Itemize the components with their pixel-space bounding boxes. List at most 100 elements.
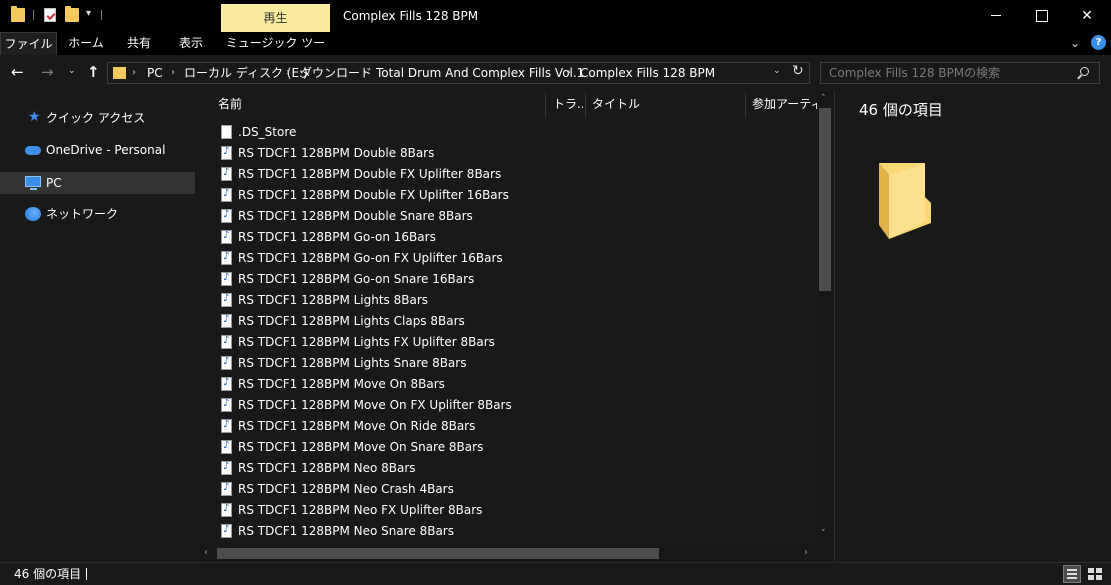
- folder-icon: [113, 67, 126, 79]
- ribbon-tabs: ファイル ホーム 共有 表示 ミュージック ツール ⌄: [0, 32, 1111, 72]
- breadcrumb-separator[interactable]: ›: [286, 65, 290, 81]
- file-name: RS TDCF1 128BPM Go-on 16Bars: [238, 230, 436, 244]
- file-row[interactable]: RS TDCF1 128BPM Neo 8Bars: [200, 458, 817, 479]
- close-button[interactable]: ✕: [1064, 0, 1110, 32]
- audio-file-icon: [221, 188, 232, 202]
- file-row[interactable]: .DS_Store: [200, 122, 817, 143]
- vertical-scrollbar[interactable]: ˄ ˅: [817, 91, 834, 545]
- file-row[interactable]: RS TDCF1 128BPM Neo FX Uplifter 8Bars: [200, 500, 817, 521]
- file-name: RS TDCF1 128BPM Move On FX Uplifter 8Bar…: [238, 398, 512, 412]
- file-row[interactable]: RS TDCF1 128BPM Lights 8Bars: [200, 290, 817, 311]
- play-contextual-tab[interactable]: 再生: [221, 4, 330, 32]
- sidebar-item-pc[interactable]: PC: [0, 172, 195, 194]
- scroll-down-icon[interactable]: ˅: [821, 529, 826, 539]
- separator: [101, 10, 102, 20]
- horizontal-scroll-thumb[interactable]: [217, 548, 659, 559]
- network-icon: [25, 207, 41, 221]
- file-name: RS TDCF1 128BPM Go-on Snare 16Bars: [238, 272, 475, 286]
- sidebar-item-network[interactable]: ネットワーク: [0, 203, 195, 225]
- up-button[interactable]: ↑: [87, 63, 100, 81]
- folder-icon[interactable]: [11, 6, 25, 22]
- file-row[interactable]: RS TDCF1 128BPM Double Snare 8Bars: [200, 206, 817, 227]
- file-row[interactable]: RS TDCF1 128BPM Double FX Uplifter 16Bar…: [200, 185, 817, 206]
- sidebar-item-label: ネットワーク: [46, 207, 119, 221]
- breadcrumb-separator[interactable]: ›: [132, 65, 136, 81]
- file-name: RS TDCF1 128BPM Move On Snare 8Bars: [238, 440, 484, 454]
- file-row[interactable]: RS TDCF1 128BPM Move On 8Bars: [200, 374, 817, 395]
- address-dropdown-icon[interactable]: ⌄: [773, 66, 781, 76]
- horizontal-scrollbar[interactable]: ‹ ›: [200, 545, 817, 562]
- column-header-contributing-artists[interactable]: 参加アーティスト: [752, 95, 817, 115]
- breadcrumb-downloads[interactable]: ダウンロード: [300, 65, 372, 81]
- file-row[interactable]: RS TDCF1 128BPM Double FX Uplifter 8Bars: [200, 164, 817, 185]
- file-row[interactable]: RS TDCF1 128BPM Move On Snare 8Bars: [200, 437, 817, 458]
- file-row[interactable]: RS TDCF1 128BPM Neo Crash 4Bars: [200, 479, 817, 500]
- star-icon: ★: [28, 109, 41, 125]
- file-row[interactable]: RS TDCF1 128BPM Lights FX Uplifter 8Bars: [200, 332, 817, 353]
- address-bar[interactable]: › PC › ローカル ディスク (E:) › ダウンロード › Total D…: [107, 62, 810, 84]
- sidebar-item-label: PC: [46, 176, 62, 190]
- column-header-track[interactable]: トラ...: [553, 95, 583, 115]
- details-view-icon[interactable]: [1063, 565, 1081, 583]
- scroll-right-icon[interactable]: ›: [804, 547, 808, 558]
- forward-button[interactable]: →: [41, 63, 54, 81]
- file-row[interactable]: RS TDCF1 128BPM Go-on 16Bars: [200, 227, 817, 248]
- column-divider[interactable]: [745, 93, 746, 117]
- maximize-button[interactable]: [1018, 0, 1064, 32]
- audio-file-icon: [221, 440, 232, 454]
- file-name: RS TDCF1 128BPM Move On 8Bars: [238, 377, 445, 391]
- audio-file-icon: [221, 461, 232, 475]
- file-row[interactable]: RS TDCF1 128BPM Lights Snare 8Bars: [200, 353, 817, 374]
- breadcrumb-separator[interactable]: ›: [363, 65, 367, 81]
- breadcrumb-separator[interactable]: ›: [567, 65, 571, 81]
- back-button[interactable]: ←: [11, 63, 24, 81]
- tab-music-tools[interactable]: ミュージック ツール: [221, 32, 330, 72]
- file-row[interactable]: RS TDCF1 128BPM Move On FX Uplifter 8Bar…: [200, 395, 817, 416]
- sidebar-item-onedrive[interactable]: OneDrive - Personal: [0, 139, 195, 161]
- audio-file-icon: [221, 146, 232, 160]
- scrollbar-corner: [817, 545, 834, 562]
- file-row[interactable]: RS TDCF1 128BPM Double 8Bars: [200, 143, 817, 164]
- file-name: RS TDCF1 128BPM Lights 8Bars: [238, 293, 429, 307]
- search-box[interactable]: [820, 62, 1100, 84]
- file-row[interactable]: RS TDCF1 128BPM Neo Snare 8Bars: [200, 521, 817, 542]
- quick-access-dropdown-icon[interactable]: ▾: [86, 8, 91, 19]
- breadcrumb-separator[interactable]: ›: [171, 65, 175, 81]
- audio-file-icon: [221, 503, 232, 517]
- vertical-scroll-thumb[interactable]: [819, 108, 831, 291]
- tab-file[interactable]: ファイル: [0, 32, 57, 55]
- large-icons-view-icon[interactable]: [1086, 565, 1104, 583]
- expand-ribbon-icon[interactable]: ⌄: [1070, 36, 1080, 50]
- file-row[interactable]: RS TDCF1 128BPM Go-on Snare 16Bars: [200, 269, 817, 290]
- file-name: RS TDCF1 128BPM Neo FX Uplifter 8Bars: [238, 503, 483, 517]
- recent-locations-button[interactable]: ⌄: [68, 66, 76, 76]
- scroll-up-icon[interactable]: ˄: [821, 94, 826, 104]
- file-row[interactable]: RS TDCF1 128BPM Lights Claps 8Bars: [200, 311, 817, 332]
- file-row[interactable]: RS TDCF1 128BPM Move On Ride 8Bars: [200, 416, 817, 437]
- breadcrumb-current-folder[interactable]: Complex Fills 128 BPM: [580, 65, 715, 81]
- file-name: RS TDCF1 128BPM Move On Ride 8Bars: [238, 419, 476, 433]
- new-folder-icon[interactable]: [65, 6, 79, 22]
- tab-share[interactable]: 共有: [118, 32, 160, 55]
- file-row[interactable]: RS TDCF1 128BPM Go-on FX Uplifter 16Bars: [200, 248, 817, 269]
- address-row: ← → ⌄ ↑ › PC › ローカル ディスク (E:) › ダウンロード ›…: [0, 55, 1111, 91]
- search-icon[interactable]: [1080, 67, 1089, 76]
- sidebar-item-quick-access[interactable]: ★ クイック アクセス: [0, 107, 195, 129]
- scroll-left-icon[interactable]: ‹: [204, 547, 208, 558]
- column-divider[interactable]: [545, 93, 546, 117]
- column-header-title[interactable]: タイトル: [592, 95, 742, 115]
- breadcrumb-pc[interactable]: PC: [147, 65, 163, 81]
- minimize-button[interactable]: [973, 0, 1019, 32]
- tab-home[interactable]: ホーム: [65, 32, 107, 55]
- properties-icon[interactable]: [44, 8, 56, 22]
- tab-view[interactable]: 表示: [170, 32, 212, 55]
- audio-file-icon: [221, 356, 232, 370]
- audio-file-icon: [221, 335, 232, 349]
- help-icon[interactable]: ?: [1091, 35, 1106, 50]
- search-input[interactable]: [821, 63, 1071, 83]
- title-bar: ▾ 再生 Complex Fills 128 BPM ✕: [0, 0, 1111, 32]
- refresh-icon[interactable]: ↻: [792, 63, 804, 79]
- column-divider[interactable]: [585, 93, 586, 117]
- breadcrumb-drum-fills[interactable]: Total Drum And Complex Fills Vol.1: [376, 65, 584, 81]
- column-header-name[interactable]: 名前: [218, 95, 538, 115]
